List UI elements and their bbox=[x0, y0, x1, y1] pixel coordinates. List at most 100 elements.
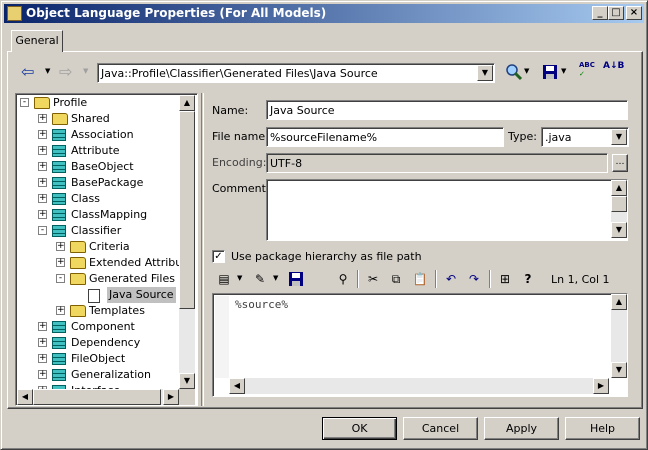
tree-item-extended-attribute[interactable]: + Extended Attribute bbox=[16, 255, 193, 271]
maximize-button[interactable]: □ bbox=[608, 6, 624, 20]
save-dropdown-icon[interactable]: ▼ bbox=[561, 67, 566, 75]
tree-view[interactable]: - Profile + Shared + Association + Attribute + Ba… bbox=[15, 93, 198, 406]
properties-dropdown-icon[interactable]: ▼ bbox=[237, 274, 242, 282]
tree-scroll-up-button[interactable]: ▲ bbox=[179, 95, 195, 111]
expand-icon[interactable]: + bbox=[38, 322, 47, 331]
comment-scroll-down-button[interactable]: ▼ bbox=[611, 222, 627, 238]
tree-item-shared[interactable]: + Shared bbox=[16, 111, 178, 127]
cancel-button[interactable]: Cancel bbox=[403, 417, 478, 440]
cut-icon[interactable]: ✂ bbox=[363, 269, 383, 289]
path-combobox[interactable]: Java::Profile\Classifier\Generated Files… bbox=[97, 63, 495, 83]
encoding-field: UTF-8 bbox=[266, 153, 608, 173]
expand-icon[interactable]: + bbox=[38, 338, 47, 347]
type-combobox[interactable]: .java ▼ bbox=[541, 127, 629, 147]
editor-hscrollbar[interactable]: ◀ ▶ bbox=[229, 378, 609, 394]
apply-button[interactable]: Apply bbox=[484, 417, 559, 440]
editor-scroll-left-button[interactable]: ◀ bbox=[229, 378, 245, 394]
expand-icon[interactable]: + bbox=[38, 146, 47, 155]
name-field-value: Java Source bbox=[270, 104, 335, 117]
tree-item-association[interactable]: + Association bbox=[16, 127, 178, 143]
spell-check-icon[interactable]: ABC ✓ bbox=[579, 61, 599, 83]
help-icon[interactable]: ? bbox=[518, 269, 538, 289]
comment-vscrollbar[interactable]: ▲ ▼ bbox=[611, 180, 627, 238]
back-arrow-icon[interactable]: ⇦ bbox=[21, 63, 45, 81]
expand-icon[interactable]: + bbox=[56, 242, 65, 251]
comment-textarea[interactable]: ▲ ▼ bbox=[266, 179, 628, 241]
tree-item-basepackage[interactable]: + BasePackage bbox=[16, 175, 178, 191]
collapse-icon[interactable]: - bbox=[20, 98, 29, 107]
tree-item-fileobject[interactable]: + FileObject bbox=[16, 351, 178, 367]
comment-scroll-up-button[interactable]: ▲ bbox=[611, 180, 627, 196]
minimize-button[interactable]: _ bbox=[592, 6, 608, 20]
editor-scroll-down-button[interactable]: ▼ bbox=[611, 362, 627, 378]
tree-item-label: Shared bbox=[71, 112, 110, 125]
copy-icon[interactable]: ⧉ bbox=[386, 269, 406, 289]
template-editor[interactable]: %source% ▲ ▼ ◀ ▶ bbox=[212, 293, 628, 397]
expand-icon[interactable]: + bbox=[38, 354, 47, 363]
insert-icon[interactable]: ⊞ bbox=[495, 269, 515, 289]
tree-item-dependency[interactable]: + Dependency bbox=[16, 335, 178, 351]
collapse-icon[interactable]: - bbox=[38, 226, 47, 235]
expand-icon[interactable]: + bbox=[38, 114, 47, 123]
expand-icon[interactable]: + bbox=[38, 370, 47, 379]
type-dropdown-button[interactable]: ▼ bbox=[611, 129, 627, 145]
tree-item-java-source[interactable]: Java Source bbox=[16, 287, 178, 303]
expand-icon[interactable]: + bbox=[56, 258, 65, 267]
package-hierarchy-checkbox[interactable]: ✓ bbox=[212, 250, 225, 263]
tree-item-attribute[interactable]: + Attribute bbox=[16, 143, 178, 159]
editor-vscrollbar[interactable]: ▲ ▼ bbox=[611, 294, 627, 378]
paste-icon[interactable]: 📋 bbox=[410, 269, 430, 289]
ok-button[interactable]: OK bbox=[322, 417, 397, 440]
tree-scroll-thumb[interactable] bbox=[179, 111, 195, 309]
tree-item-templates[interactable]: + Templates bbox=[16, 303, 178, 319]
forward-arrow-icon[interactable]: ⇨ bbox=[59, 63, 83, 81]
tree-item-class[interactable]: + Class bbox=[16, 191, 178, 207]
comment-scroll-thumb[interactable] bbox=[611, 196, 627, 212]
editor-save-icon[interactable] bbox=[288, 271, 304, 287]
tree-item-classifier[interactable]: - Classifier bbox=[16, 223, 178, 239]
expand-icon[interactable]: + bbox=[56, 306, 65, 315]
undo-icon[interactable]: ↶ bbox=[441, 269, 461, 289]
back-dropdown-icon[interactable]: ▼ bbox=[45, 67, 50, 75]
expand-icon[interactable]: + bbox=[38, 178, 47, 187]
expand-icon[interactable]: + bbox=[38, 130, 47, 139]
editor-scroll-up-button[interactable]: ▲ bbox=[611, 294, 627, 310]
edit-dropdown-icon[interactable]: ▼ bbox=[273, 274, 278, 282]
tree-item-generated-files[interactable]: - Generated Files bbox=[16, 271, 178, 287]
edit-icon[interactable]: ✎ bbox=[250, 269, 270, 289]
tree-item-generalization[interactable]: + Generalization bbox=[16, 367, 178, 383]
tree-item-profile[interactable]: - Profile bbox=[16, 95, 178, 111]
tree-scroll-left-button[interactable]: ◀ bbox=[17, 389, 33, 405]
expand-icon[interactable]: + bbox=[38, 194, 47, 203]
path-dropdown-button[interactable]: ▼ bbox=[477, 65, 493, 81]
tree-scroll-down-button[interactable]: ▼ bbox=[179, 373, 195, 389]
tree-item-component[interactable]: + Component bbox=[16, 319, 178, 335]
title-bar[interactable]: Object Language Properties (For All Mode… bbox=[4, 4, 644, 23]
tab-general[interactable]: General bbox=[11, 30, 63, 52]
tree-hscrollbar[interactable]: ◀ ▶ bbox=[17, 389, 179, 405]
binoculars-icon[interactable]: ⚲ bbox=[333, 269, 353, 289]
name-field[interactable]: Java Source bbox=[266, 100, 628, 120]
expand-icon[interactable]: + bbox=[38, 210, 47, 219]
close-button[interactable]: × bbox=[626, 6, 642, 20]
editor-scroll-right-button[interactable]: ▶ bbox=[593, 378, 609, 394]
help-button[interactable]: Help bbox=[565, 417, 640, 440]
find-dropdown-icon[interactable]: ▼ bbox=[524, 67, 529, 75]
tree-item-criteria[interactable]: + Criteria bbox=[16, 239, 178, 255]
tree-hscroll-thumb[interactable] bbox=[33, 389, 161, 405]
properties-icon[interactable]: ▤ bbox=[214, 269, 234, 289]
tree-vscrollbar[interactable]: ▲ ▼ bbox=[179, 95, 195, 389]
tree-scroll-right-button[interactable]: ▶ bbox=[163, 389, 179, 405]
save-icon[interactable] bbox=[541, 63, 559, 81]
tree-item-baseobject[interactable]: + BaseObject bbox=[16, 159, 178, 175]
redo-icon[interactable]: ↷ bbox=[464, 269, 484, 289]
encoding-browse-button[interactable]: … bbox=[612, 154, 628, 172]
forward-dropdown-icon[interactable]: ▼ bbox=[83, 67, 88, 75]
tree-item-classmapping[interactable]: + ClassMapping bbox=[16, 207, 178, 223]
expand-icon[interactable]: + bbox=[38, 162, 47, 171]
splitter[interactable] bbox=[201, 93, 204, 406]
filename-field[interactable]: %sourceFilename% bbox=[266, 127, 504, 147]
sort-icon[interactable]: A↓B bbox=[603, 61, 625, 83]
find-icon[interactable] bbox=[505, 63, 523, 81]
collapse-icon[interactable]: - bbox=[56, 274, 65, 283]
